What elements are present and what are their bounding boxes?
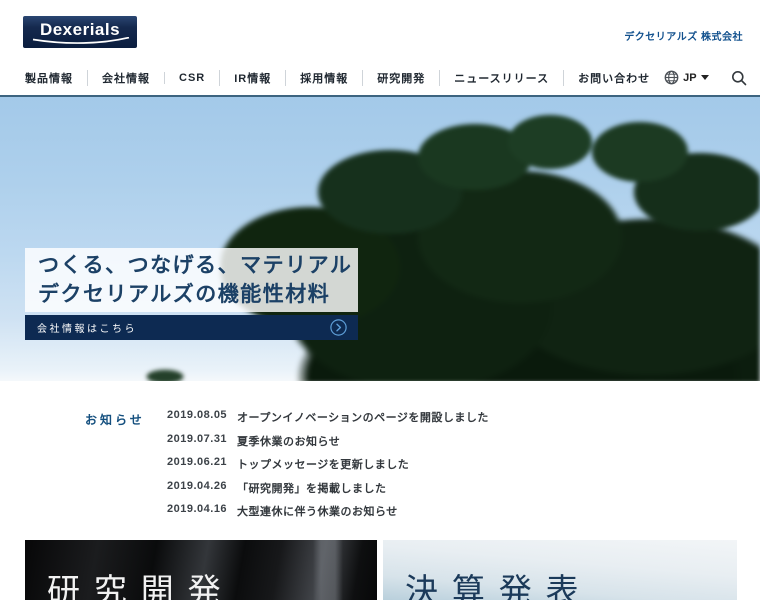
banner-research-development[interactable]: 研究開発 [25,540,377,600]
banner-label: 研究開発 [47,574,235,600]
nav-item-contact[interactable]: お問い合わせ [563,69,664,86]
chevron-down-icon [700,75,709,80]
hero-headline-line2: デクセリアルズの機能性材料 [38,283,331,306]
search-icon [731,70,747,86]
nav-item-rd[interactable]: 研究開発 [362,69,439,86]
hero-distant-tree [130,361,200,381]
nav-item-ir[interactable]: IR情報 [219,69,285,86]
banner-financial-results[interactable]: 決算発表 [383,540,737,600]
globe-icon [664,70,679,85]
language-switcher[interactable]: JP [664,70,709,85]
nav-item-news[interactable]: ニュースリリース [439,69,563,86]
logo-swoosh [32,37,130,44]
nav-item-company[interactable]: 会社情報 [87,69,164,86]
news-item[interactable]: 2019.04.26 「研究開発」を掲載しました [167,480,489,504]
news-date: 2019.04.26 [167,479,228,492]
search-button[interactable] [731,70,747,86]
dexerials-homepage: Dexerials デクセリアルズ 株式会社 製品情報 会社情報 CSR IR情… [0,0,760,600]
news-list: 2019.08.05 オープンイノベーションのページを開設しました 2019.0… [167,409,489,527]
news-date: 2019.08.05 [167,409,228,421]
news-item[interactable]: 2019.06.21 トップメッセージを更新しました [167,456,489,480]
news-title: 夏季休業のお知らせ [237,435,341,448]
language-label: JP [683,71,697,84]
main-navigation: 製品情報 会社情報 CSR IR情報 採用情報 研究開発 ニュースリリース お問… [0,60,760,95]
news-title: 「研究開発」を掲載しました [237,482,387,495]
news-item[interactable]: 2019.07.31 夏季休業のお知らせ [167,433,489,457]
top-header: Dexerials デクセリアルズ 株式会社 [0,0,760,60]
nav-item-csr[interactable]: CSR [164,71,219,84]
news-item[interactable]: 2019.04.16 大型連休に伴う休業のお知らせ [167,503,489,527]
news-item[interactable]: 2019.08.05 オープンイノベーションのページを開設しました [167,409,489,433]
hero-copy-box: つくる、つなげる、マテリアル デクセリアルズの機能性材料 [25,248,358,312]
news-title: 大型連休に伴う休業のお知らせ [237,506,398,518]
news-heading: お知らせ [85,413,145,427]
nav-utilities: JP [664,70,746,86]
news-section: お知らせ 2019.08.05 オープンイノベーションのページを開設しました 2… [0,381,760,527]
news-date: 2019.07.31 [167,432,228,445]
hero-banner: つくる、つなげる、マテリアル デクセリアルズの機能性材料 会社情報はこちら [0,95,760,381]
banner-label: 決算発表 [405,574,593,600]
company-name: デクセリアルズ 株式会社 [624,32,743,43]
news-date: 2019.06.21 [167,456,228,468]
dexerials-logo[interactable]: Dexerials [23,16,137,48]
cta-label: 会社情報はこちら [37,324,137,335]
arrow-right-circle-icon [330,319,347,336]
news-title: オープンイノベーションのページを開設しました [237,412,489,424]
news-title: トップメッセージを更新しました [237,459,410,471]
nav-item-recruit[interactable]: 採用情報 [285,69,362,86]
hero-headline-line1: つくる、つなげる、マテリアル [38,254,353,277]
news-date: 2019.04.16 [167,503,228,515]
feature-banners: 研究開発 決算発表 [0,540,760,600]
nav-item-products[interactable]: 製品情報 [25,70,87,86]
nav-list: 製品情報 会社情報 CSR IR情報 採用情報 研究開発 ニュースリリース お問… [25,69,664,86]
company-info-cta-button[interactable]: 会社情報はこちら [25,315,358,340]
